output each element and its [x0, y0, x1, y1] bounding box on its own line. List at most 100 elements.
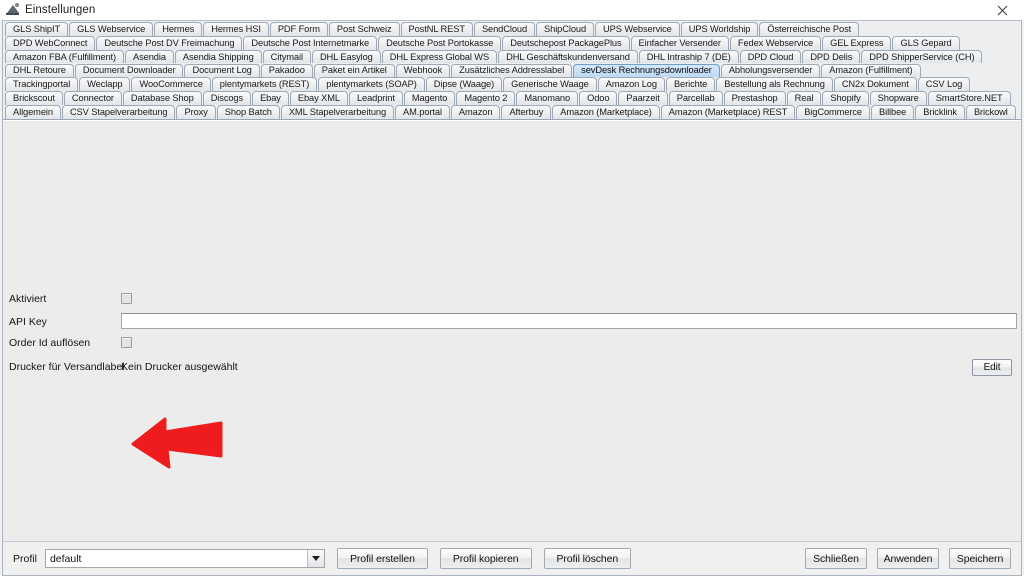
tab-shipcloud[interactable]: ShipCloud — [536, 22, 595, 36]
tab-dhl-intraship-7-de[interactable]: DHL Intraship 7 (DE) — [638, 49, 739, 64]
tab-csv-log[interactable]: CSV Log — [917, 77, 971, 91]
tab-amazon-fba-fulfillment[interactable]: Amazon FBA (Fulfillment) — [5, 49, 124, 64]
tab-asendia[interactable]: Asendia — [125, 49, 174, 64]
tab-trackingportal[interactable]: Trackingportal — [5, 77, 79, 91]
tab-prestashop[interactable]: Prestashop — [723, 91, 786, 105]
edit-button[interactable]: Edit — [972, 358, 1012, 376]
tab-brickscout[interactable]: Brickscout — [5, 91, 63, 105]
speichern-button[interactable]: Speichern — [949, 548, 1011, 569]
api-key-input[interactable] — [121, 312, 1017, 329]
tab-weclapp[interactable]: Weclapp — [79, 77, 131, 91]
tab-document-log[interactable]: Document Log — [184, 63, 260, 78]
tab-postnl-rest[interactable]: PostNL REST — [400, 22, 473, 36]
tab-deutsche-post-dv-freimachung[interactable]: Deutsche Post DV Freimachung — [96, 36, 243, 50]
tab-deutschepost-packageplus[interactable]: Deutschepost PackagePlus — [502, 36, 630, 50]
tab-deutsche-post-portokasse[interactable]: Deutsche Post Portokasse — [378, 36, 502, 50]
tab-allgemein[interactable]: Allgemein — [5, 105, 61, 119]
profil-erstellen-button[interactable]: Profil erstellen — [336, 548, 428, 569]
tab-row-5: Brickscout Connector Database Shop Discogs E… — [3, 91, 1021, 105]
tab-amazon[interactable]: Amazon — [450, 105, 501, 119]
tab-cn2x-dokument[interactable]: CN2x Dokument — [833, 77, 917, 91]
profil-loeschen-button[interactable]: Profil löschen — [543, 548, 632, 569]
profil-select[interactable]: default — [44, 549, 325, 568]
tab-ups-worldship[interactable]: UPS Worldship — [680, 22, 759, 36]
tab-pakadoo[interactable]: Pakadoo — [260, 63, 313, 78]
tab-billbee[interactable]: Billbee — [871, 105, 915, 119]
tab-magento-2[interactable]: Magento 2 — [456, 91, 516, 105]
tab-gls-gepard[interactable]: GLS Gepard — [892, 36, 960, 50]
tab-afterbuy[interactable]: Afterbuy — [501, 105, 552, 119]
tab-proxy[interactable]: Proxy — [176, 105, 216, 119]
tab-shop-batch[interactable]: Shop Batch — [216, 105, 280, 119]
tab-webhook[interactable]: Webhook — [395, 63, 451, 78]
tab-dhl-easylog[interactable]: DHL Easylog — [311, 49, 381, 64]
tab-woocommerce[interactable]: WooCommerce — [131, 77, 211, 91]
tab-citymail[interactable]: Citymail — [262, 49, 311, 64]
tab-post-schweiz[interactable]: Post Schweiz — [328, 22, 400, 36]
chevron-down-icon[interactable] — [306, 550, 324, 567]
tab-xml-stapelverarbeitung[interactable]: XML Stapelverarbeitung — [280, 105, 395, 119]
tab-smartstore-net[interactable]: SmartStore.NET — [927, 91, 1011, 105]
tab-bestellung-als-rechnung[interactable]: Bestellung als Rechnung — [716, 77, 833, 91]
tab-odoo[interactable]: Odoo — [579, 91, 618, 105]
tab-zus-tzliches-addresslabel[interactable]: Zusätzliches Addresslabel — [451, 63, 573, 78]
tab-gel-express[interactable]: GEL Express — [822, 36, 892, 50]
tab-dhl-retoure[interactable]: DHL Retoure — [5, 63, 74, 78]
tab-plentymarkets-soap[interactable]: plentymarkets (SOAP) — [318, 77, 425, 91]
tab-ebay-xml[interactable]: Ebay XML — [289, 91, 348, 105]
tab-pdf-form[interactable]: PDF Form — [269, 22, 328, 36]
tab-generische-waage[interactable]: Generische Waage — [503, 77, 597, 91]
anwenden-button[interactable]: Anwenden — [877, 548, 939, 569]
tab-shopware[interactable]: Shopware — [869, 91, 927, 105]
tab-brickowl[interactable]: Brickowl — [965, 105, 1016, 119]
tab-sendcloud[interactable]: SendCloud — [473, 22, 536, 36]
tab-einfacher-versender[interactable]: Einfacher Versender — [630, 36, 729, 50]
tab-abholungsversender[interactable]: Abholungsversender — [720, 63, 821, 78]
tab-hermes-hsi[interactable]: Hermes HSI — [203, 22, 269, 36]
tab-ups-webservice[interactable]: UPS Webservice — [595, 22, 680, 36]
tab-discogs[interactable]: Discogs — [202, 91, 252, 105]
tab-asendia-shipping[interactable]: Asendia Shipping — [174, 49, 262, 64]
tab-manomano[interactable]: Manomano — [516, 91, 579, 105]
tab-database-shop[interactable]: Database Shop — [122, 91, 202, 105]
tab-ebay[interactable]: Ebay — [252, 91, 289, 105]
tab-dipse-waage[interactable]: Dipse (Waage) — [425, 77, 503, 91]
tab-plentymarkets-rest[interactable]: plentymarkets (REST) — [211, 77, 318, 91]
tab-am-portal[interactable]: AM.portal — [395, 105, 450, 119]
tab-sevdesk-rechnungsdownloader[interactable]: sevDesk Rechnungsdownloader — [573, 63, 720, 78]
profil-kopieren-button[interactable]: Profil kopieren — [439, 548, 532, 569]
tab-magento[interactable]: Magento — [403, 91, 456, 105]
tab-deutsche-post-internetmarke[interactable]: Deutsche Post Internetmarke — [243, 36, 378, 50]
tab-document-downloader[interactable]: Document Downloader — [74, 63, 184, 78]
tab-hermes[interactable]: Hermes — [154, 22, 203, 36]
tab-fedex-webservice[interactable]: Fedex Webservice — [729, 36, 822, 50]
tab-paket-ein-artikel[interactable]: Paket ein Artikel — [313, 63, 395, 78]
tab-real[interactable]: Real — [786, 91, 822, 105]
tab-paarzeit[interactable]: Paarzeit — [618, 91, 668, 105]
tab-gls-shipit[interactable]: GLS ShipIT — [5, 22, 69, 36]
tab-dpd-webconnect[interactable]: DPD WebConnect — [5, 36, 96, 50]
tab-dhl-gesch-ftskundenversand[interactable]: DHL Geschäftskundenversand — [498, 49, 638, 64]
tab-csv-stapelverarbeitung[interactable]: CSV Stapelverarbeitung — [61, 105, 176, 119]
tab-dpd-cloud[interactable]: DPD Cloud — [739, 49, 802, 64]
tab-dpd-delis[interactable]: DPD Delis — [802, 49, 861, 64]
tab-bigcommerce[interactable]: BigCommerce — [796, 105, 870, 119]
tab-amazon-log[interactable]: Amazon Log — [597, 77, 665, 91]
tab-amazon-marketplace-rest[interactable]: Amazon (Marketplace) REST — [660, 105, 796, 119]
tab-berichte[interactable]: Berichte — [665, 77, 716, 91]
tab-connector[interactable]: Connector — [63, 91, 122, 105]
checkbox-order-id-aufloesen[interactable] — [121, 336, 132, 348]
checkbox-aktiviert[interactable] — [121, 292, 132, 304]
tab-amazon-fulfillment[interactable]: Amazon (Fulfillment) — [821, 63, 921, 78]
tab-dhl-express-global-ws[interactable]: DHL Express Global WS — [381, 49, 498, 64]
tab-amazon-marketplace[interactable]: Amazon (Marketplace) — [552, 105, 660, 119]
tab-dpd-shipperservice-ch[interactable]: DPD ShipperService (CH) — [861, 49, 983, 64]
tab-parcellab[interactable]: Parcellab — [668, 91, 723, 105]
tab-sterreichische-post[interactable]: Österreichische Post — [759, 22, 860, 36]
tab-bricklink[interactable]: Bricklink — [915, 105, 965, 119]
tab-shopify[interactable]: Shopify — [822, 91, 869, 105]
tab-gls-webservice[interactable]: GLS Webservice — [69, 22, 154, 36]
close-icon[interactable] — [980, 0, 1024, 20]
schliessen-button[interactable]: Schließen — [805, 548, 867, 569]
tab-leadprint[interactable]: Leadprint — [348, 91, 403, 105]
